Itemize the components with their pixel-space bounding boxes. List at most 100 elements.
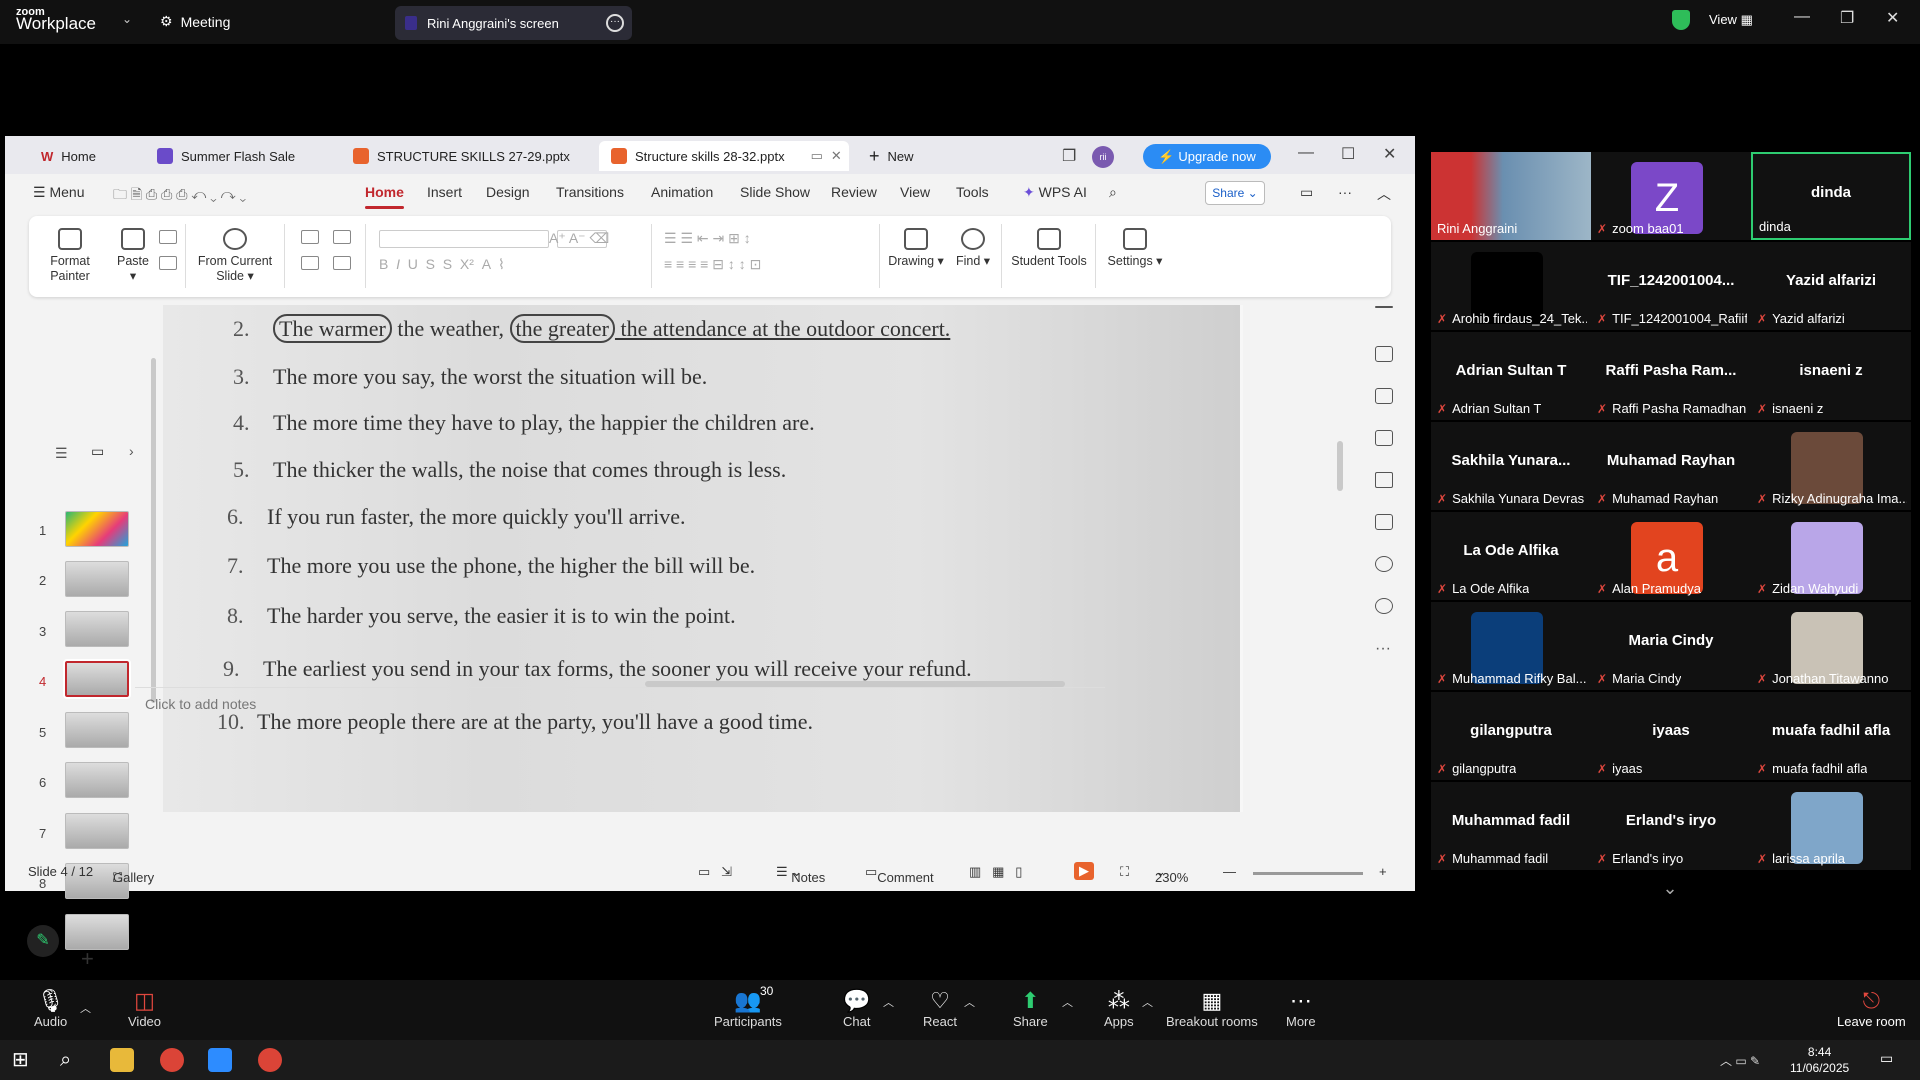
add-slide-icon[interactable]: + (81, 946, 94, 972)
slide-view-icon[interactable]: ▭ (91, 443, 104, 460)
tab-structure-skills-28-32[interactable]: Structure skills 28-32.pptx ▭ ✕ (599, 141, 849, 171)
copy-icon[interactable] (159, 256, 177, 270)
settings-button[interactable]: Settings ▾ (1103, 228, 1167, 269)
font-name-select[interactable] (379, 230, 549, 248)
more-icon[interactable]: ··· (1375, 640, 1391, 658)
maximize-icon[interactable]: ❐ (1840, 8, 1854, 28)
text-format-icons[interactable]: B I U S S X² A ⌇ (379, 256, 505, 273)
leave-room-button[interactable]: ⎋ Leave room (1837, 988, 1906, 1029)
design-icon[interactable] (1375, 388, 1393, 404)
participant-tile[interactable]: ✗ Rizky Adinugraha Ima... (1751, 422, 1911, 510)
chevron-down-icon[interactable]: ⌄ (1640, 878, 1700, 908)
menu-design[interactable]: Design (486, 184, 530, 200)
participant-tile[interactable]: Muhammad fadil ✗ Muhammad fadil (1431, 782, 1591, 870)
chrome-icon[interactable] (258, 1048, 282, 1072)
meeting-button[interactable]: ⚙ Meeting (160, 13, 230, 30)
participant-tile[interactable]: ✗ Muhammad Rifky Bal... (1431, 602, 1591, 690)
chevron-down-icon[interactable]: ⌄ (122, 12, 132, 26)
menu-view[interactable]: View (900, 184, 930, 200)
react-button[interactable]: ♡ React (923, 988, 957, 1029)
menu-review[interactable]: Review (831, 184, 877, 200)
adjust-icon[interactable] (1375, 514, 1393, 530)
participant-tile[interactable]: Rini Anggraini (1431, 152, 1591, 240)
menu-home[interactable]: Home (365, 184, 404, 209)
from-current-slide-button[interactable]: From Current Slide ▾ (195, 228, 275, 284)
participant-tile[interactable]: muafa fadhil afla ✗ muafa fadhil afla (1751, 692, 1911, 780)
view-button[interactable]: View ▦ (1709, 12, 1753, 28)
layout-icon[interactable] (301, 230, 319, 244)
zoom-out-icon[interactable]: — (1223, 864, 1236, 879)
maximize-icon[interactable]: ☐ (1341, 144, 1355, 164)
participant-tile[interactable]: TIF_1242001004... ✗ TIF_1242001004_Rafiif.… (1591, 242, 1751, 330)
close-tab-icon[interactable]: ✕ (831, 148, 842, 164)
quick-access-icons[interactable]: 🗀 🗎 ⎙ ⎙ ⎙ ↶ ⌄ ↷ ⌄ (113, 184, 246, 208)
participant-tile[interactable]: ✗ Jonathan Titawanno (1751, 602, 1911, 690)
alignment-icons[interactable]: ≡ ≡ ≡ ≡ ⊟ ↕ ↕ ⊡ (664, 256, 761, 273)
apps-options-icon[interactable]: ︿ (1142, 994, 1153, 1010)
react-options-icon[interactable]: ︿ (964, 994, 975, 1010)
slide-thumbnail[interactable] (65, 914, 129, 950)
slide-thumbnail[interactable] (65, 561, 129, 597)
participant-tile[interactable]: ✗ Zidan Wahyudi (1751, 512, 1911, 600)
upgrade-now-button[interactable]: ⚡ Upgrade now (1143, 144, 1271, 169)
thumbnail-scrollbar[interactable] (151, 358, 156, 703)
search-icon[interactable]: ⌕ (1109, 184, 1117, 201)
expand-panel-icon[interactable]: › (129, 443, 134, 459)
comment-icon[interactable]: ▭ (1300, 184, 1313, 201)
participant-tile[interactable]: gilangputra ✗ gilangputra (1431, 692, 1591, 780)
window-switch-icon[interactable]: ❐ (1062, 146, 1076, 166)
participant-tile[interactable]: iyaas ✗ iyaas (1591, 692, 1751, 780)
history-icon[interactable] (1375, 556, 1393, 572)
view-mode-icons[interactable]: ▥ ▦ ▯ (969, 864, 1022, 880)
annotate-pencil-icon[interactable]: ✎ (27, 925, 59, 957)
notes-input[interactable]: Click to add notes (135, 687, 1105, 717)
chrome-icon[interactable] (160, 1048, 184, 1072)
chat-options-icon[interactable]: ︿ (883, 994, 894, 1010)
apps-button[interactable]: ⁂ Apps (1104, 988, 1134, 1029)
participant-tile[interactable]: ✗ Arohib firdaus_24_Tek... (1431, 242, 1591, 330)
more-button[interactable]: ⋯ More (1286, 988, 1316, 1029)
menu-tools[interactable]: Tools (956, 184, 989, 200)
user-avatar[interactable]: rii (1092, 146, 1114, 168)
chat-button[interactable]: 💬 Chat (843, 988, 870, 1029)
windows-start-icon[interactable]: ⊞ (12, 1048, 36, 1072)
section-icon[interactable] (301, 256, 319, 270)
paste-button[interactable]: Paste ▾ (113, 228, 153, 284)
participant-tile[interactable]: Z ✗ zoom baa01 (1591, 152, 1751, 240)
menu-slide-show[interactable]: Slide Show (740, 184, 810, 200)
breakout-rooms-button[interactable]: ▦ Breakout rooms (1166, 988, 1258, 1029)
new-tab-button[interactable]: + New (857, 141, 937, 171)
minimize-icon[interactable]: — (1298, 144, 1314, 162)
magic-tool-icon[interactable] (1375, 346, 1393, 362)
menu-animation[interactable]: Animation (651, 184, 713, 200)
notification-icon[interactable]: ▭ (1880, 1050, 1893, 1067)
search-icon[interactable]: ⌕ (60, 1048, 84, 1072)
share-screen-button[interactable]: ⬆ Share (1013, 988, 1048, 1029)
file-explorer-icon[interactable] (110, 1048, 134, 1072)
participant-tile[interactable]: Maria Cindy ✗ Maria Cindy (1591, 602, 1751, 690)
participant-tile[interactable]: Erland's iryo ✗ Erland's iryo (1591, 782, 1751, 870)
slideshow-play-icon[interactable]: ▶ (1074, 862, 1094, 880)
format-painter-button[interactable]: Format Painter (45, 228, 95, 284)
notes-button[interactable]: ☰ Notes ⌄ (776, 864, 825, 885)
participant-tile[interactable]: Raffi Pasha Ram... ✗ Raffi Pasha Ramadhan (1591, 332, 1751, 420)
participant-tile[interactable]: ✗ larissa aprila (1751, 782, 1911, 870)
slide-thumbnail-selected[interactable] (63, 659, 131, 699)
outline-view-icon[interactable]: ☰ (55, 445, 68, 462)
minimize-icon[interactable]: — (1794, 8, 1810, 26)
status-icons[interactable]: ▭ ⇲ (698, 864, 732, 880)
clock[interactable]: 8:44 11/06/2025 (1790, 1044, 1849, 1076)
close-icon[interactable]: ✕ (1383, 144, 1396, 164)
system-tray-icons[interactable]: ︿ ▭ ✎ (1720, 1052, 1760, 1069)
audio-options-icon[interactable]: ︿ (80, 1000, 91, 1016)
participant-tile[interactable]: Muhamad Rayhan ✗ Muhamad Rayhan (1591, 422, 1751, 510)
share-button[interactable]: Share ⌄ (1205, 181, 1265, 205)
audio-button[interactable]: 🎙 Audio (34, 988, 67, 1029)
slide-thumbnail[interactable] (65, 712, 129, 748)
list-icons[interactable]: ☰ ☰ ⇤ ⇥ ⊞ ↕ (664, 230, 751, 247)
slide-thumbnail[interactable] (65, 611, 129, 647)
zoom-in-icon[interactable]: + (1379, 864, 1387, 879)
reset-icon[interactable] (333, 230, 351, 244)
more-icon[interactable]: ··· (1338, 184, 1352, 200)
close-icon[interactable]: ✕ (1886, 8, 1899, 28)
